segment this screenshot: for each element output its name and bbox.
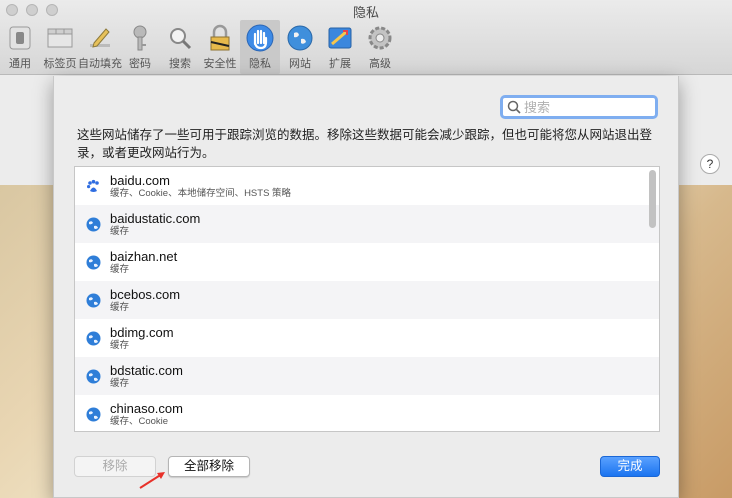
website-domain: bdstatic.com bbox=[110, 362, 183, 378]
toolbar-label: 标签页 bbox=[43, 58, 77, 70]
lock-icon bbox=[206, 23, 234, 53]
list-item[interactable]: bcebos.com 缓存 bbox=[75, 281, 659, 319]
globe-icon bbox=[86, 293, 101, 307]
general-switch-icon bbox=[6, 23, 34, 53]
globe-icon bbox=[86, 407, 101, 421]
toolbar-label: 通用 bbox=[9, 58, 31, 70]
list-item[interactable]: bdimg.com 缓存 bbox=[75, 319, 659, 357]
toolbar-item-general[interactable]: 通用 bbox=[0, 20, 40, 74]
website-data-types: 缓存 bbox=[110, 225, 130, 237]
toolbar-item-websites[interactable]: 网站 bbox=[280, 20, 320, 74]
toolbar-item-passwords[interactable]: 密码 bbox=[120, 20, 160, 74]
list-scrollbar[interactable] bbox=[649, 170, 656, 228]
list-item[interactable]: baidustatic.com 缓存 bbox=[75, 205, 659, 243]
toolbar-label: 网站 bbox=[289, 58, 311, 70]
search-input[interactable] bbox=[524, 99, 644, 115]
globe-icon bbox=[86, 369, 101, 383]
toolbar-label: 自动填充 bbox=[78, 58, 122, 70]
toolbar-item-search[interactable]: 搜索 bbox=[160, 20, 200, 74]
globe-icon bbox=[86, 331, 101, 345]
toolbar-item-tabs[interactable]: 标签页 bbox=[40, 20, 80, 74]
hand-icon bbox=[246, 23, 274, 53]
search-icon bbox=[507, 100, 521, 114]
website-data-types: 缓存 bbox=[110, 339, 130, 351]
toolbar-item-extensions[interactable]: 扩展 bbox=[320, 20, 360, 74]
website-data-list[interactable]: baidu.com 缓存、Cookie、本地储存空间、HSTS 策略 baidu… bbox=[74, 166, 660, 432]
website-domain: bdimg.com bbox=[110, 324, 174, 340]
remove-all-button[interactable]: 全部移除 bbox=[168, 456, 250, 477]
magnifier-icon bbox=[166, 23, 194, 53]
autofill-pencil-icon bbox=[86, 23, 114, 53]
key-icon bbox=[126, 23, 154, 53]
website-data-types: 缓存 bbox=[110, 263, 130, 275]
website-data-types: 缓存 bbox=[110, 377, 130, 389]
window-title: 隐私 bbox=[352, 5, 379, 20]
toolbar-label: 高级 bbox=[369, 58, 391, 70]
toolbar-label: 扩展 bbox=[329, 58, 351, 70]
website-domain: chinaso.com bbox=[110, 400, 183, 416]
website-domain: bcebos.com bbox=[110, 286, 181, 302]
globe-icon bbox=[286, 23, 314, 53]
done-button[interactable]: 完成 bbox=[600, 456, 660, 477]
toolbar-label: 隐私 bbox=[249, 58, 271, 70]
toolbar-label: 安全性 bbox=[203, 58, 237, 70]
gear-icon bbox=[366, 23, 394, 53]
toolbar-item-security[interactable]: 安全性 bbox=[200, 20, 240, 74]
list-item[interactable]: baidu.com 缓存、Cookie、本地储存空间、HSTS 策略 bbox=[75, 167, 659, 205]
list-item[interactable]: baizhan.net 缓存 bbox=[75, 243, 659, 281]
help-button[interactable]: ? bbox=[700, 154, 720, 174]
search-field[interactable] bbox=[500, 95, 658, 119]
sheet-description: 这些网站储存了一些可用于跟踪浏览的数据。移除这些数据可能会减少跟踪，但也可能将您… bbox=[77, 128, 653, 160]
website-data-types: 缓存、Cookie bbox=[110, 415, 169, 427]
toolbar-item-privacy[interactable]: 隐私 bbox=[240, 20, 280, 74]
website-domain: baizhan.net bbox=[110, 248, 178, 264]
list-item[interactable]: chinaso.com 缓存、Cookie bbox=[75, 395, 659, 431]
toolbar-item-advanced[interactable]: 高级 bbox=[360, 20, 400, 74]
globe-icon bbox=[86, 255, 101, 269]
website-data-types: 缓存、Cookie、本地储存空间、HSTS 策略 bbox=[110, 187, 292, 199]
manage-website-data-sheet: 这些网站储存了一些可用于跟踪浏览的数据。移除这些数据可能会减少跟踪，但也可能将您… bbox=[53, 76, 679, 498]
globe-icon bbox=[86, 217, 101, 231]
website-domain: baidustatic.com bbox=[110, 210, 201, 226]
baidu-paw-icon bbox=[87, 179, 99, 192]
list-item[interactable]: bdstatic.com 缓存 bbox=[75, 357, 659, 395]
toolbar-item-autofill[interactable]: 自动填充 bbox=[78, 20, 122, 74]
preferences-toolbar: 通用 标签页 自动填充 密码 搜索 安全性 隐私 网站 扩展 高级 bbox=[0, 20, 400, 74]
window-titlebar: 隐私 通用 标签页 自动填充 密码 搜索 安全性 隐私 网站 扩展 高级 bbox=[0, 0, 732, 75]
website-domain: baidu.com bbox=[110, 172, 170, 188]
toolbar-label: 搜索 bbox=[169, 58, 191, 70]
puzzle-icon bbox=[326, 23, 354, 53]
tabs-icon bbox=[46, 23, 74, 53]
annotation-arrow-icon bbox=[139, 472, 165, 489]
toolbar-label: 密码 bbox=[129, 58, 151, 70]
website-data-types: 缓存 bbox=[110, 301, 130, 313]
